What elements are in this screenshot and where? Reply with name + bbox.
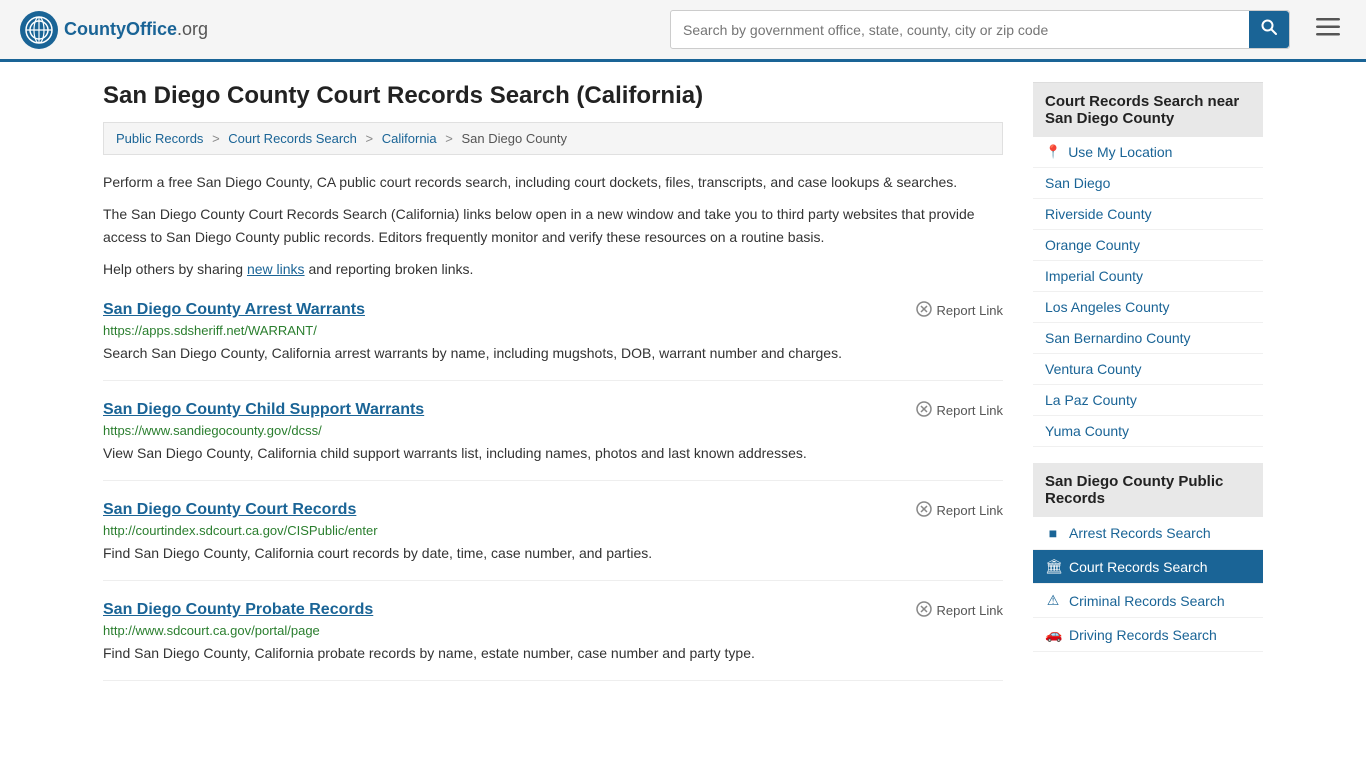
public-records-section: San Diego County Public Records ■ Arrest …: [1033, 463, 1263, 652]
search-button[interactable]: [1249, 11, 1289, 48]
record-link-item[interactable]: 🚗 Driving Records Search: [1033, 618, 1263, 652]
page-title: San Diego County Court Records Search (C…: [103, 82, 1003, 110]
public-records-header: San Diego County Public Records: [1033, 463, 1263, 517]
result-header: San Diego County Court Records Report Li…: [103, 501, 1003, 520]
court-icon: 🏛: [1045, 558, 1061, 575]
description-2: The San Diego County Court Records Searc…: [103, 203, 1003, 248]
result-title[interactable]: San Diego County Probate Records: [103, 601, 373, 619]
record-link-item[interactable]: 🏛 Court Records Search: [1033, 550, 1263, 584]
breadcrumb-court-records[interactable]: Court Records Search: [228, 131, 357, 146]
report-link-label: Report Link: [937, 503, 1003, 518]
use-my-location-link[interactable]: 📍 Use My Location: [1033, 137, 1263, 168]
content-area: San Diego County Court Records Search (C…: [103, 82, 1003, 681]
nearby-link-item[interactable]: Ventura County: [1033, 354, 1263, 385]
breadcrumb-san-diego: San Diego County: [462, 131, 568, 146]
logo-text: CountyOffice.org: [64, 19, 208, 40]
result-title[interactable]: San Diego County Arrest Warrants: [103, 301, 365, 319]
report-link-button[interactable]: Report Link: [916, 401, 1003, 420]
nearby-link-item[interactable]: Imperial County: [1033, 261, 1263, 292]
result-item: San Diego County Arrest Warrants Report …: [103, 301, 1003, 381]
report-icon: [916, 401, 932, 420]
results-list: San Diego County Arrest Warrants Report …: [103, 301, 1003, 681]
report-icon: [916, 601, 932, 620]
result-item: San Diego County Court Records Report Li…: [103, 501, 1003, 581]
report-link-label: Report Link: [937, 303, 1003, 318]
result-item: San Diego County Probate Records Report …: [103, 601, 1003, 681]
nearby-link-item[interactable]: La Paz County: [1033, 385, 1263, 416]
breadcrumb-california[interactable]: California: [382, 131, 437, 146]
nearby-link-item[interactable]: Los Angeles County: [1033, 292, 1263, 323]
result-header: San Diego County Arrest Warrants Report …: [103, 301, 1003, 320]
nearby-link-item[interactable]: Riverside County: [1033, 199, 1263, 230]
report-icon: [916, 501, 932, 520]
nearby-link-item[interactable]: San Diego: [1033, 168, 1263, 199]
result-title[interactable]: San Diego County Court Records: [103, 501, 356, 519]
criminal-icon: ⚠: [1045, 592, 1061, 609]
result-url[interactable]: http://www.sdcourt.ca.gov/portal/page: [103, 623, 1003, 638]
result-url[interactable]: https://apps.sdsheriff.net/WARRANT/: [103, 323, 1003, 338]
nearby-link-item[interactable]: Yuma County: [1033, 416, 1263, 447]
location-icon: 📍: [1045, 144, 1061, 160]
record-link-item[interactable]: ■ Arrest Records Search: [1033, 517, 1263, 550]
hamburger-icon: [1316, 18, 1340, 36]
result-header: San Diego County Probate Records Report …: [103, 601, 1003, 620]
record-link-label: Driving Records Search: [1069, 627, 1217, 643]
hamburger-button[interactable]: [1310, 12, 1346, 48]
description-1: Perform a free San Diego County, CA publ…: [103, 171, 1003, 193]
search-input[interactable]: [671, 14, 1249, 46]
result-description: Search San Diego County, California arre…: [103, 343, 1003, 364]
new-links-link[interactable]: new links: [247, 261, 305, 277]
record-link-label: Arrest Records Search: [1069, 525, 1211, 541]
description-3: Help others by sharing new links and rep…: [103, 258, 1003, 280]
report-link-label: Report Link: [937, 403, 1003, 418]
record-link-item[interactable]: ⚠ Criminal Records Search: [1033, 584, 1263, 618]
sidebar: Court Records Search near San Diego Coun…: [1033, 82, 1263, 681]
driving-icon: 🚗: [1045, 626, 1061, 643]
result-description: Find San Diego County, California court …: [103, 543, 1003, 564]
arrest-icon: ■: [1045, 525, 1061, 541]
record-link-label: Criminal Records Search: [1069, 593, 1225, 609]
logo-icon: [20, 11, 58, 49]
report-link-button[interactable]: Report Link: [916, 301, 1003, 320]
report-link-button[interactable]: Report Link: [916, 601, 1003, 620]
report-icon: [916, 301, 932, 320]
report-link-label: Report Link: [937, 603, 1003, 618]
search-icon: [1261, 19, 1277, 35]
nearby-link-item[interactable]: Orange County: [1033, 230, 1263, 261]
result-description: Find San Diego County, California probat…: [103, 643, 1003, 664]
result-title[interactable]: San Diego County Child Support Warrants: [103, 401, 424, 419]
search-bar: [670, 10, 1290, 49]
nearby-header: Court Records Search near San Diego Coun…: [1033, 82, 1263, 137]
nearby-links: 📍 Use My Location San DiegoRiverside Cou…: [1033, 137, 1263, 447]
breadcrumb-public-records[interactable]: Public Records: [116, 131, 203, 146]
result-url[interactable]: https://www.sandiegocounty.gov/dcss/: [103, 423, 1003, 438]
breadcrumb: Public Records > Court Records Search > …: [103, 122, 1003, 155]
record-link-label: Court Records Search: [1069, 559, 1208, 575]
logo[interactable]: CountyOffice.org: [20, 11, 208, 49]
result-description: View San Diego County, California child …: [103, 443, 1003, 464]
report-link-button[interactable]: Report Link: [916, 501, 1003, 520]
result-header: San Diego County Child Support Warrants …: [103, 401, 1003, 420]
result-item: San Diego County Child Support Warrants …: [103, 401, 1003, 481]
result-url[interactable]: http://courtindex.sdcourt.ca.gov/CISPubl…: [103, 523, 1003, 538]
nearby-link-item[interactable]: San Bernardino County: [1033, 323, 1263, 354]
